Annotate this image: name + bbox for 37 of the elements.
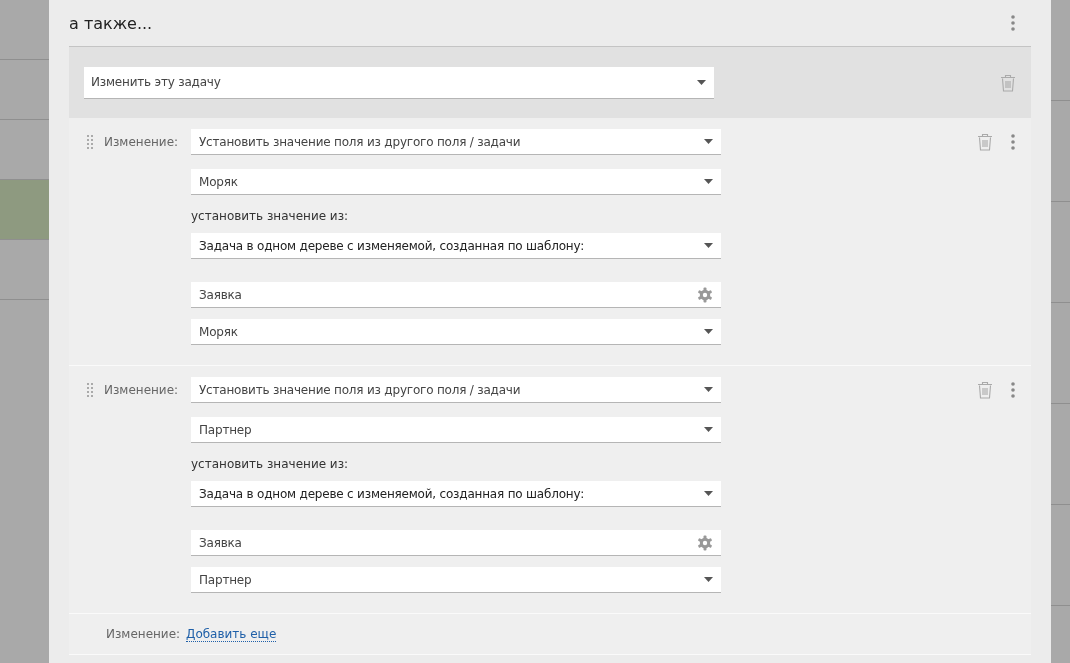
caret-icon: [704, 139, 713, 144]
change-label: Изменение:: [104, 135, 180, 149]
field-dropdown[interactable]: Партнер: [191, 417, 721, 443]
caret-icon: [697, 79, 706, 85]
drag-handle-icon[interactable]: [87, 135, 93, 149]
trash-icon[interactable]: [977, 133, 993, 151]
more-icon[interactable]: [1011, 382, 1015, 398]
drag-handle-icon[interactable]: [87, 383, 93, 397]
caret-icon: [704, 243, 713, 248]
operation-dropdown[interactable]: Установить значение поля из другого поля / задачи: [191, 377, 721, 403]
trash-icon[interactable]: [977, 381, 993, 399]
caret-icon: [704, 577, 713, 582]
change-label: Изменение:: [104, 383, 180, 397]
settings-icon[interactable]: [697, 286, 713, 303]
source-label: установить значение из:: [191, 457, 350, 471]
template-field[interactable]: Заявка: [191, 530, 721, 556]
operation-dropdown[interactable]: Установить значение поля из другого поля / задачи: [191, 129, 721, 155]
caret-icon: [704, 491, 713, 496]
source-field-dropdown[interactable]: Моряк: [191, 319, 721, 345]
change-label: Изменение:: [106, 627, 182, 641]
caret-icon: [704, 427, 713, 432]
source-label: установить значение из:: [191, 209, 350, 223]
caret-icon: [704, 179, 713, 184]
caret-icon: [704, 387, 713, 392]
caret-icon: [704, 329, 713, 334]
action-dropdown[interactable]: Изменить эту задачу: [84, 66, 714, 99]
settings-icon[interactable]: [697, 534, 713, 551]
source-dropdown[interactable]: Задача в одном дереве с изменяемой, созданная по шаблону:: [191, 481, 721, 507]
dialog-title: а также...: [69, 13, 153, 33]
more-icon[interactable]: [1011, 134, 1015, 150]
add-more-link[interactable]: Добавить еще: [186, 626, 277, 642]
source-dropdown[interactable]: Задача в одном дереве с изменяемой, созданная по шаблону:: [191, 233, 721, 259]
field-dropdown[interactable]: Моряк: [191, 169, 721, 195]
template-field[interactable]: Заявка: [191, 282, 721, 308]
source-field-dropdown[interactable]: Партнер: [191, 567, 721, 593]
more-icon[interactable]: [1011, 15, 1015, 31]
trash-icon[interactable]: [1000, 73, 1016, 92]
